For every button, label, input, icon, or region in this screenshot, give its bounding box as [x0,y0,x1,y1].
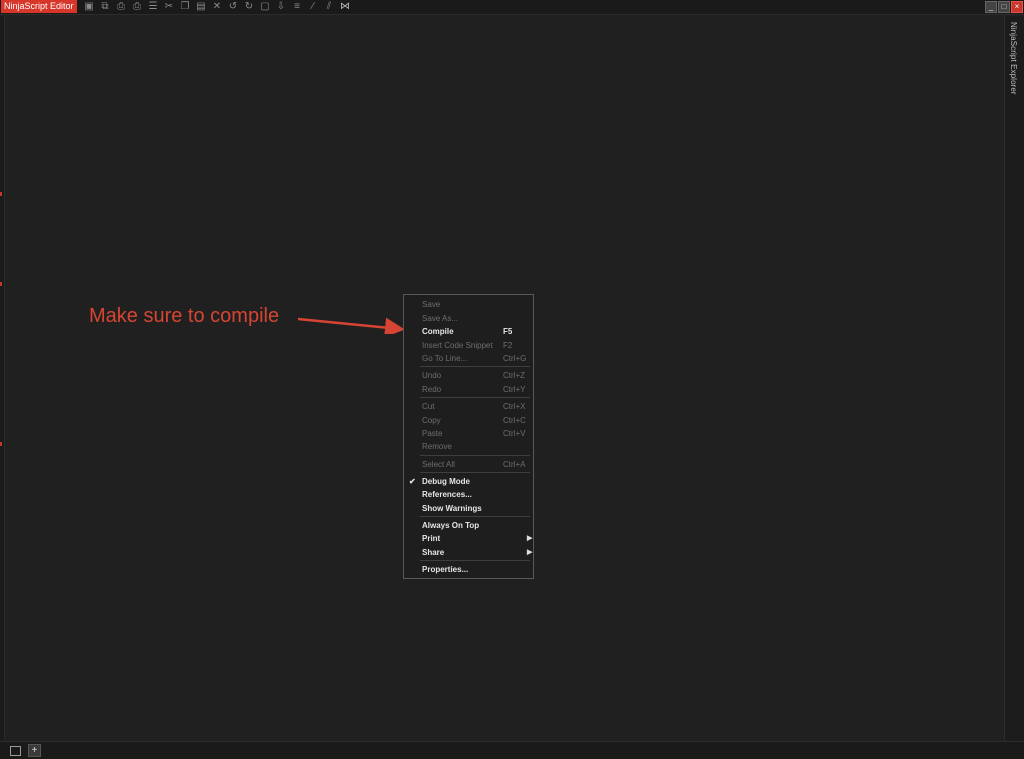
menu-item-compile[interactable]: Compile F5 [404,325,533,338]
menu-item-label: Remove [422,442,452,451]
minimize-icon[interactable]: _ [985,1,997,13]
maximize-icon[interactable]: □ [998,1,1010,13]
paste-icon[interactable]: ▤ [195,1,207,13]
menu-item-debug-mode[interactable]: ✔ Debug Mode [404,475,533,488]
ninjascript-explorer-tab[interactable]: NinjaScript Explorer [1009,22,1018,95]
print-preview-icon[interactable]: ⎙ [131,1,143,13]
submenu-arrow-icon: ▶ [527,549,533,556]
menu-item-label: Cut [422,402,435,411]
menu-separator [420,455,530,456]
menu-item-label: Compile [422,327,454,336]
annotation-arrow-icon [297,317,405,334]
menu-separator [420,472,530,473]
menu-item-redo[interactable]: Redo Ctrl+Y [404,383,533,396]
comment-icon[interactable]: ⁄ [307,1,319,13]
visual-studio-icon[interactable]: ⋈ [339,1,351,13]
add-tab-button[interactable]: + [28,744,41,757]
menu-separator [420,397,530,398]
menu-item-label: Show Warnings [422,504,482,513]
menu-item-show-warnings[interactable]: Show Warnings [404,502,533,515]
menu-item-save[interactable]: Save [404,298,533,311]
menu-item-shortcut: Ctrl+Y [503,385,526,394]
print-icon[interactable]: ⎙ [115,1,127,13]
menu-item-remove[interactable]: Remove [404,440,533,453]
folder-icon[interactable] [10,746,21,756]
menu-item-shortcut: Ctrl+G [503,354,527,363]
toolbar: ▣ ⧉ ⎙ ⎙ ☰ ✂ ❐ ▤ ✕ ↺ ↻ ▢ ⇩ ≡ ⁄ ⫽ ⋈ [83,1,351,13]
menu-item-undo[interactable]: Undo Ctrl+Z [404,369,533,382]
menu-separator [420,366,530,367]
menu-item-insert-code-snippet[interactable]: Insert Code Snippet F2 [404,339,533,352]
menu-item-label: Print [422,534,441,543]
menu-item-label: Go To Line... [422,354,468,363]
copy-icon[interactable]: ❐ [179,1,191,13]
menu-item-label: Properties... [422,565,469,574]
uncomment-icon[interactable]: ⫽ [323,1,335,13]
menu-item-properties[interactable]: Properties... [404,563,533,576]
menu-item-label: Insert Code Snippet [422,341,493,350]
gutter-marker [0,192,2,196]
explorer-side-panel: NinjaScript Explorer [1004,16,1024,741]
menu-item-label: Copy [422,416,441,425]
menu-item-copy[interactable]: Copy Ctrl+C [404,414,533,427]
menu-item-shortcut: Ctrl+X [503,402,526,411]
menu-item-shortcut: Ctrl+C [503,416,526,425]
bottom-bar: + [0,741,1024,759]
menu-item-label: Undo [422,371,442,380]
menu-item-label: Debug Mode [422,477,470,486]
new-doc-icon[interactable]: ▢ [259,1,271,13]
menu-item-shortcut: Ctrl+Z [503,371,525,380]
title-bar: NinjaScript Editor ▣ ⧉ ⎙ ⎙ ☰ ✂ ❐ ▤ ✕ ↺ ↻… [0,0,1024,15]
cut-icon[interactable]: ✂ [163,1,175,13]
save-icon[interactable]: ▣ [83,1,95,13]
checkmark-icon: ✔ [409,477,416,486]
close-icon[interactable]: × [1011,1,1023,13]
indent-icon[interactable]: ≡ [291,1,303,13]
save-all-icon[interactable]: ⧉ [99,1,111,13]
menu-item-label: References... [422,490,472,499]
annotation-text: Make sure to compile [89,305,280,327]
delete-icon[interactable]: ✕ [211,1,223,13]
insert-icon[interactable]: ⇩ [275,1,287,13]
menu-item-label: Save [422,300,441,309]
gutter-marker [0,442,2,446]
menu-item-label: Always On Top [422,521,480,530]
menu-separator [420,516,530,517]
context-menu: Save Save As... Compile F5 Insert Code Snipp… [403,294,534,579]
menu-item-save-as[interactable]: Save As... [404,312,533,325]
menu-item-select-all[interactable]: Select All Ctrl+A [404,458,533,471]
menu-item-label: Save As... [422,314,459,323]
menu-separator [420,560,530,561]
document-icon[interactable]: ☰ [147,1,159,13]
menu-item-paste[interactable]: Paste Ctrl+V [404,427,533,440]
menu-item-shortcut: Ctrl+V [503,429,526,438]
window-controls: _ □ × [985,1,1023,13]
menu-item-print[interactable]: Print ▶ [404,532,533,545]
menu-item-shortcut: Ctrl+A [503,460,526,469]
menu-item-label: Redo [422,385,442,394]
submenu-arrow-icon: ▶ [527,535,533,542]
menu-item-shortcut: F5 [503,327,513,336]
menu-item-label: Share [422,548,445,557]
app-title-tab[interactable]: NinjaScript Editor [1,0,77,13]
menu-item-share[interactable]: Share ▶ [404,546,533,559]
gutter-marker [0,282,2,286]
menu-item-go-to-line[interactable]: Go To Line... Ctrl+G [404,352,533,365]
undo-icon[interactable]: ↺ [227,1,239,13]
menu-item-label: Select All [422,460,455,469]
menu-item-label: Paste [422,429,443,438]
redo-icon[interactable]: ↻ [243,1,255,13]
menu-item-references[interactable]: References... [404,488,533,501]
menu-item-always-on-top[interactable]: Always On Top [404,519,533,532]
menu-item-cut[interactable]: Cut Ctrl+X [404,400,533,413]
menu-item-shortcut: F2 [503,341,513,350]
